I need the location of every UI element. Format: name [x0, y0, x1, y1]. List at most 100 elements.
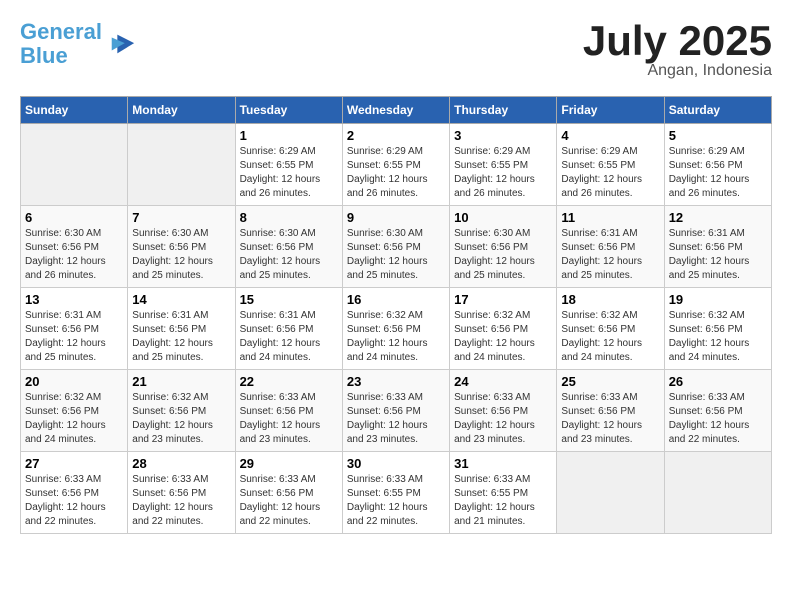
day-info: Sunrise: 6:33 AMSunset: 6:55 PMDaylight:… [347, 473, 445, 529]
calendar-cell: 21 Sunrise: 6:32 AMSunset: 6:56 PMDayligh… [128, 370, 235, 452]
calendar-cell: 18 Sunrise: 6:32 AMSunset: 6:56 PMDayligh… [557, 288, 664, 370]
day-number: 27 [25, 456, 123, 471]
calendar-cell: 31 Sunrise: 6:33 AMSunset: 6:55 PMDayligh… [450, 452, 557, 534]
calendar-cell: 27 Sunrise: 6:33 AMSunset: 6:56 PMDayligh… [21, 452, 128, 534]
day-number: 9 [347, 210, 445, 225]
calendar-cell: 19Sunrise: 6:32 AMSunset: 6:56 PMDayligh… [664, 288, 771, 370]
calendar-week-row: 13 Sunrise: 6:31 AMSunset: 6:56 PMDayligh… [21, 288, 772, 370]
calendar-cell: 12 Sunrise: 6:31 AMSunset: 6:56 PMDayligh… [664, 206, 771, 288]
day-info: Sunrise: 6:30 AMSunset: 6:56 PMDaylight:… [454, 227, 552, 283]
calendar-cell: 25 Sunrise: 6:33 AMSunset: 6:56 PMDayligh… [557, 370, 664, 452]
day-info: Sunrise: 6:32 AMSunset: 6:56 PMDaylight:… [347, 309, 445, 365]
calendar-week-row: 20 Sunrise: 6:32 AMSunset: 6:56 PMDayligh… [21, 370, 772, 452]
day-number: 12 [669, 210, 767, 225]
day-number: 31 [454, 456, 552, 471]
calendar-cell: 16 Sunrise: 6:32 AMSunset: 6:56 PMDayligh… [342, 288, 449, 370]
day-info: Sunrise: 6:31 AMSunset: 6:56 PMDaylight:… [240, 309, 338, 365]
day-number: 29 [240, 456, 338, 471]
day-number: 4 [561, 128, 659, 143]
calendar-cell: 4 Sunrise: 6:29 AMSunset: 6:55 PMDaylight… [557, 124, 664, 206]
calendar-week-row: 6 Sunrise: 6:30 AMSunset: 6:56 PMDaylight… [21, 206, 772, 288]
day-number: 25 [561, 374, 659, 389]
weekday-header-tuesday: Tuesday [235, 97, 342, 124]
calendar-cell: 3 Sunrise: 6:29 AMSunset: 6:55 PMDaylight… [450, 124, 557, 206]
calendar-cell: 7 Sunrise: 6:30 AMSunset: 6:56 PMDaylight… [128, 206, 235, 288]
calendar-cell: 11 Sunrise: 6:31 AMSunset: 6:56 PMDayligh… [557, 206, 664, 288]
day-info: Sunrise: 6:33 AMSunset: 6:56 PMDaylight:… [454, 391, 552, 447]
day-number: 30 [347, 456, 445, 471]
day-number: 20 [25, 374, 123, 389]
logo-icon [108, 30, 136, 58]
calendar-cell: 13 Sunrise: 6:31 AMSunset: 6:56 PMDayligh… [21, 288, 128, 370]
day-number: 13 [25, 292, 123, 307]
day-number: 16 [347, 292, 445, 307]
day-number: 14 [132, 292, 230, 307]
day-info: Sunrise: 6:33 AMSunset: 6:56 PMDaylight:… [240, 391, 338, 447]
calendar-cell: 22 Sunrise: 6:33 AMSunset: 6:56 PMDayligh… [235, 370, 342, 452]
logo: GeneralBlue [20, 20, 136, 68]
day-number: 22 [240, 374, 338, 389]
calendar-table: SundayMondayTuesdayWednesdayThursdayFrid… [20, 96, 772, 534]
day-info: Sunrise: 6:33 AMSunset: 6:56 PMDaylight:… [669, 391, 767, 447]
title-block: July 2025 Angan, Indonesia [583, 20, 772, 80]
day-info: Sunrise: 6:32 AMSunset: 6:56 PMDaylight:… [25, 391, 123, 447]
calendar-cell [664, 452, 771, 534]
day-info: Sunrise: 6:32 AMSunset: 6:56 PMDaylight:… [454, 309, 552, 365]
day-info: Sunrise: 6:29 AMSunset: 6:56 PMDaylight:… [669, 145, 767, 201]
page-header: GeneralBlue July 2025 Angan, Indonesia [20, 20, 772, 80]
calendar-cell [21, 124, 128, 206]
weekday-header-sunday: Sunday [21, 97, 128, 124]
calendar-cell: 1Sunrise: 6:29 AMSunset: 6:55 PMDaylight… [235, 124, 342, 206]
weekday-header-saturday: Saturday [664, 97, 771, 124]
day-number: 24 [454, 374, 552, 389]
calendar-cell: 15 Sunrise: 6:31 AMSunset: 6:56 PMDayligh… [235, 288, 342, 370]
calendar-cell: 24 Sunrise: 6:33 AMSunset: 6:56 PMDayligh… [450, 370, 557, 452]
day-info: Sunrise: 6:33 AMSunset: 6:56 PMDaylight:… [25, 473, 123, 529]
day-info: Sunrise: 6:31 AMSunset: 6:56 PMDaylight:… [25, 309, 123, 365]
day-info: Sunrise: 6:33 AMSunset: 6:55 PMDaylight:… [454, 473, 552, 529]
day-info: Sunrise: 6:30 AMSunset: 6:56 PMDaylight:… [347, 227, 445, 283]
calendar-cell: 14 Sunrise: 6:31 AMSunset: 6:56 PMDayligh… [128, 288, 235, 370]
day-number: 10 [454, 210, 552, 225]
day-info: Sunrise: 6:31 AMSunset: 6:56 PMDaylight:… [561, 227, 659, 283]
location: Angan, Indonesia [583, 62, 772, 80]
day-info: Sunrise: 6:29 AMSunset: 6:55 PMDaylight:… [454, 145, 552, 201]
calendar-cell: 26 Sunrise: 6:33 AMSunset: 6:56 PMDayligh… [664, 370, 771, 452]
calendar-cell: 5 Sunrise: 6:29 AMSunset: 6:56 PMDaylight… [664, 124, 771, 206]
day-info: Sunrise: 6:30 AMSunset: 6:56 PMDaylight:… [132, 227, 230, 283]
day-number: 7 [132, 210, 230, 225]
day-info: Sunrise: 6:31 AMSunset: 6:56 PMDaylight:… [132, 309, 230, 365]
day-number: 11 [561, 210, 659, 225]
day-info: Sunrise: 6:32 AMSunset: 6:56 PMDaylight:… [669, 309, 767, 365]
day-info: Sunrise: 6:29 AMSunset: 6:55 PMDaylight:… [561, 145, 659, 201]
day-number: 18 [561, 292, 659, 307]
weekday-header-row: SundayMondayTuesdayWednesdayThursdayFrid… [21, 97, 772, 124]
day-number: 21 [132, 374, 230, 389]
calendar-week-row: 1Sunrise: 6:29 AMSunset: 6:55 PMDaylight… [21, 124, 772, 206]
day-number: 6 [25, 210, 123, 225]
day-number: 15 [240, 292, 338, 307]
day-number: 8 [240, 210, 338, 225]
calendar-cell: 28Sunrise: 6:33 AMSunset: 6:56 PMDayligh… [128, 452, 235, 534]
day-number: 3 [454, 128, 552, 143]
day-number: 26 [669, 374, 767, 389]
calendar-cell: 20 Sunrise: 6:32 AMSunset: 6:56 PMDayligh… [21, 370, 128, 452]
calendar-cell: 29 Sunrise: 6:33 AMSunset: 6:56 PMDayligh… [235, 452, 342, 534]
calendar-cell [128, 124, 235, 206]
calendar-cell: 23Sunrise: 6:33 AMSunset: 6:56 PMDayligh… [342, 370, 449, 452]
day-info: Sunrise: 6:31 AMSunset: 6:56 PMDaylight:… [669, 227, 767, 283]
calendar-cell: 2Sunrise: 6:29 AMSunset: 6:55 PMDaylight… [342, 124, 449, 206]
weekday-header-wednesday: Wednesday [342, 97, 449, 124]
calendar-cell: 10 Sunrise: 6:30 AMSunset: 6:56 PMDayligh… [450, 206, 557, 288]
calendar-cell: 9 Sunrise: 6:30 AMSunset: 6:56 PMDaylight… [342, 206, 449, 288]
day-info: Sunrise: 6:33 AMSunset: 6:56 PMDaylight:… [240, 473, 338, 529]
day-info: Sunrise: 6:32 AMSunset: 6:56 PMDaylight:… [132, 391, 230, 447]
calendar-cell [557, 452, 664, 534]
day-info: Sunrise: 6:32 AMSunset: 6:56 PMDaylight:… [561, 309, 659, 365]
day-number: 5 [669, 128, 767, 143]
calendar-week-row: 27 Sunrise: 6:33 AMSunset: 6:56 PMDayligh… [21, 452, 772, 534]
weekday-header-thursday: Thursday [450, 97, 557, 124]
day-info: Sunrise: 6:29 AMSunset: 6:55 PMDaylight:… [240, 145, 338, 201]
weekday-header-monday: Monday [128, 97, 235, 124]
day-info: Sunrise: 6:33 AMSunset: 6:56 PMDaylight:… [561, 391, 659, 447]
